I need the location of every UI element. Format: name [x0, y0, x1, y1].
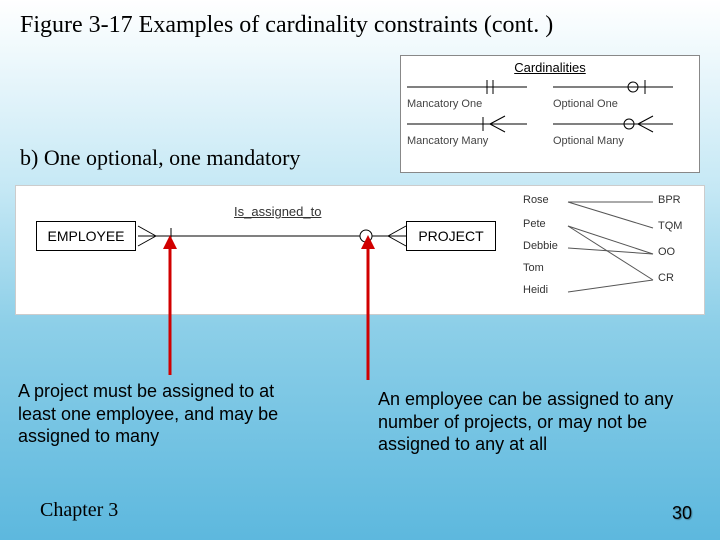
mandatory-many-icon [407, 114, 527, 134]
optional-one-icon [553, 77, 673, 97]
mandatory-one-icon [407, 77, 527, 97]
project-oo: OO [658, 246, 675, 258]
project-cr: CR [658, 272, 674, 284]
person-pete: Pete [523, 218, 546, 230]
legend-label: Optional One [553, 98, 618, 110]
note-project-side: A project must be assigned to at least o… [18, 380, 298, 448]
legend-label: Mancatory Many [407, 135, 488, 147]
legend-heading: Cardinalities [407, 60, 693, 75]
legend-optional-one: Optional One [553, 77, 693, 110]
instance-mapping: Rose Pete Debbie Tom Heidi BPR TQM OO CR [523, 192, 698, 307]
optional-many-icon [553, 114, 673, 134]
cardinality-legend: Cardinalities Mancatory One Optional One [400, 55, 700, 173]
chapter-label: Chapter 3 [40, 499, 118, 522]
legend-label: Mancatory One [407, 98, 482, 110]
project-bpr: BPR [658, 194, 681, 206]
person-rose: Rose [523, 194, 549, 206]
project-tqm: TQM [658, 220, 682, 232]
legend-label: Optional Many [553, 135, 624, 147]
legend-optional-many: Optional Many [553, 114, 693, 147]
erd-panel: EMPLOYEE Is_assigned_to PROJECT Rose Pet… [15, 185, 705, 315]
person-debbie: Debbie [523, 240, 558, 252]
person-tom: Tom [523, 262, 544, 274]
page-number: 30 [672, 503, 692, 524]
legend-mandatory-many: Mancatory Many [407, 114, 547, 147]
person-heidi: Heidi [523, 284, 548, 296]
item-b-heading: b) One optional, one mandatory [20, 145, 300, 171]
note-employee-side: An employee can be assigned to any numbe… [378, 388, 698, 456]
figure-title: Figure 3-17 Examples of cardinality cons… [20, 12, 553, 39]
legend-mandatory-one: Mancatory One [407, 77, 547, 110]
